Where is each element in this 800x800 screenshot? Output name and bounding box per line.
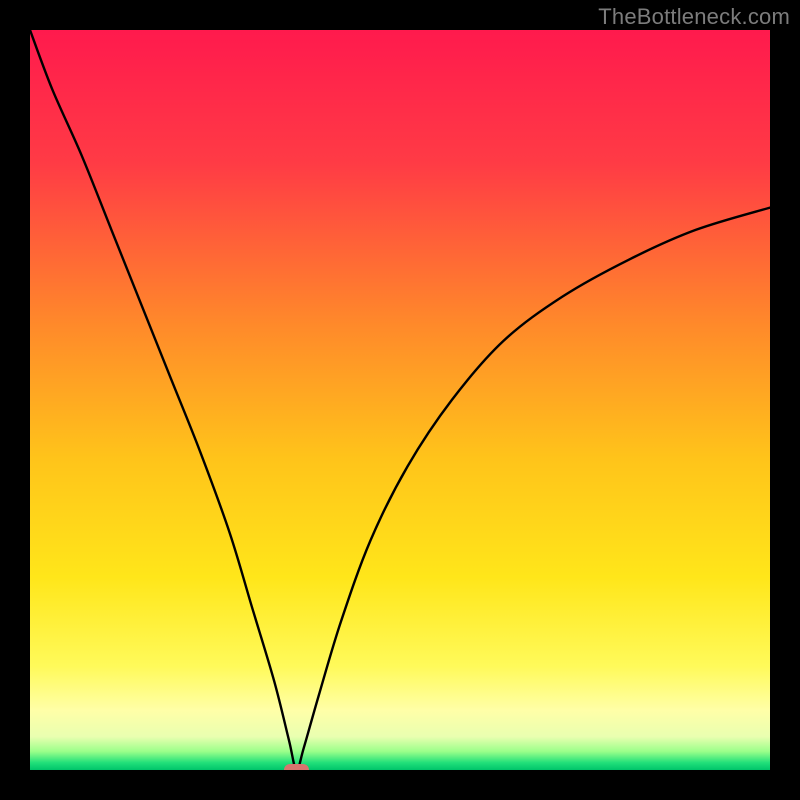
plot-area <box>30 30 770 770</box>
bottleneck-curve <box>30 30 770 770</box>
optimal-marker <box>284 764 309 770</box>
chart-frame: TheBottleneck.com <box>0 0 800 800</box>
watermark-text: TheBottleneck.com <box>598 4 790 30</box>
